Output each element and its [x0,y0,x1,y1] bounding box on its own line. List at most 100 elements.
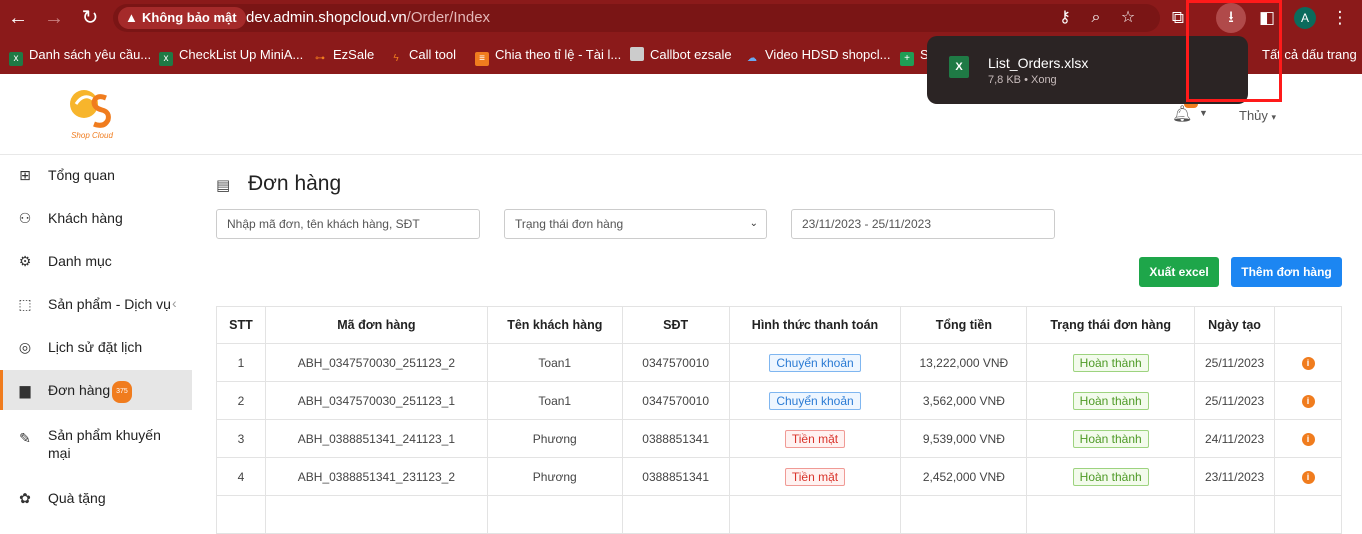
cell-phone: 0388851341 [621,457,730,496]
orders-table: STT Mã đơn hàng Tên khách hàng SĐT Hình … [216,306,1342,534]
bookmark-item[interactable]: ⊶ EzSale [313,36,374,74]
bookmark-item[interactable]: ☁ Video HDSD shopcl... [745,36,891,74]
sidebar-item-products[interactable]: ⬚ Sản phẩm - Dịch vụ ‹ [0,284,192,324]
excel-icon: x [9,52,23,66]
sidebar: ⊞ Tổng quan ⚇ Khách hàng ⚙ Danh mục ⬚ Sản ph… [0,155,192,506]
export-excel-button[interactable]: Xuất excel [1139,257,1219,287]
cell-action: i [1274,457,1342,496]
status-select[interactable]: Trạng thái đơn hàng ⌄ [504,209,767,239]
cell-stt: 4 [216,457,266,496]
cell-customer: Phương [486,419,623,458]
bookmark-item[interactable]: x CheckList Up MiniA... [159,36,303,74]
cell-order-code: ABH_0347570030_251123_1 [264,381,488,420]
reload-icon[interactable]: ↻ [72,0,108,36]
caret-down-icon[interactable]: ▼ [1199,108,1208,118]
sidebar-item-categories[interactable]: ⚙ Danh mục [0,241,192,281]
table-row[interactable]: 1 ABH_0347570030_251123_2 Toan1 03475700… [216,343,1342,382]
status-tag: Hoàn thành [1072,391,1149,410]
column-header: Trạng thái đơn hàng [1026,306,1196,344]
bookmark-item[interactable]: ϟ Call tool [389,36,456,74]
cell-payment: Chuyển khoản [728,381,902,420]
bookmark-item[interactable]: Callbot ezsale [630,36,732,74]
cell-payment: Tiền mặt [728,419,902,458]
cell-date: 25/11/2023 [1194,381,1276,420]
warning-icon: ▲ [125,10,138,25]
history-icon: ◎ [18,339,32,355]
back-arrow-icon[interactable]: ← [0,0,36,36]
address-bar[interactable]: ▲ Không bảo mật dev.admin.shopcloud.vn/Or… [113,4,1160,32]
call-tool-icon: ϟ [393,53,399,64]
doc-icon: ≡ [475,52,489,66]
forward-arrow-icon[interactable]: → [36,0,72,36]
info-icon[interactable]: i [1301,395,1315,408]
table-row[interactable]: 2 ABH_0347570030_251123_1 Toan1 03475700… [216,381,1342,420]
url-text[interactable]: dev.admin.shopcloud.vn/Order/Index [246,4,490,32]
sidebar-item-overview[interactable]: ⊞ Tổng quan [0,155,192,195]
date-range-input[interactable]: 23/11/2023 - 25/11/2023 [791,209,1055,239]
menu-icon[interactable]: ⋮ [1323,0,1357,36]
table-row[interactable] [216,495,1342,534]
table-row[interactable]: 4 ABH_0388851341_231123_2 Phương 0388851… [216,457,1342,496]
order-icon: ▤ [216,177,231,194]
active-indicator [0,370,3,410]
download-file-name[interactable]: List_Orders.xlsx [988,55,1088,71]
grid-icon: ⊞ [19,167,31,183]
payment-tag: Tiền mặt [784,429,846,448]
sidebar-item-booking-history[interactable]: ◎ Lịch sử đặt lịch [0,327,192,367]
cell-order-code: ABH_0347570030_251123_2 [264,343,488,382]
key-icon[interactable]: ⚷ [1051,4,1079,32]
cell-total: 9,539,000 VNĐ [900,419,1028,458]
column-header: Hình thức thanh toán [728,306,902,344]
zoom-icon[interactable]: ⌕ [1082,4,1110,32]
cell-action: i [1274,419,1342,458]
gift-icon: ✿ [19,490,31,506]
bookmark-item[interactable]: x Danh sách yêu cầu... [9,36,151,74]
info-icon[interactable]: i [1301,471,1315,484]
sidebar-item-promotions[interactable]: ✎ Sản phẩm khuyến mại [0,418,192,468]
sidebar-item-gifts[interactable]: ✿ Quà tặng [0,478,192,518]
profile-avatar[interactable]: A [1294,7,1316,29]
download-file-meta: 7,8 KB • Xong [988,74,1057,86]
column-header: Mã đơn hàng [264,306,488,344]
payment-tag: Chuyển khoản [769,391,861,410]
shopcloud-logo: Shop Cloud [70,90,113,140]
cell-customer: Toan1 [486,343,623,382]
ezsale-icon: ⊶ [315,53,325,64]
cell-date: 25/11/2023 [1194,343,1276,382]
status-tag: Hoàn thành [1072,467,1149,486]
bookmark-item[interactable]: + S [900,36,929,74]
user-menu[interactable]: Thủy ▾ [1239,108,1276,123]
table-row[interactable]: 3 ABH_0388851341_241123_1 Phương 0388851… [216,419,1342,458]
cell-stt: 1 [216,343,266,382]
users-icon: ⚇ [18,210,32,226]
cell-action: i [1274,343,1342,382]
add-order-button[interactable]: Thêm đơn hàng [1231,257,1342,287]
payment-tag: Chuyển khoản [769,353,861,372]
browser-toolbar: ← → ↻ ▲ Không bảo mật dev.admin.shopcloud… [0,0,1362,36]
cell-total: 2,452,000 VNĐ [900,457,1028,496]
star-icon[interactable]: ☆ [1114,4,1142,32]
cell-date: 24/11/2023 [1194,419,1276,458]
search-input[interactable]: Nhập mã đơn, tên khách hàng, SĐT [216,209,480,239]
box-icon: ⬚ [18,296,32,312]
cell-status: Hoàn thành [1026,343,1196,382]
info-icon[interactable]: i [1301,357,1315,370]
security-chip[interactable]: ▲ Không bảo mật [118,7,246,29]
cell-payment: Tiền mặt [728,457,902,496]
table-header-row: STT Mã đơn hàng Tên khách hàng SĐT Hình … [216,306,1342,344]
excel-icon: x [159,52,173,66]
column-header: STT [216,306,266,344]
payment-tag: Tiền mặt [784,467,846,486]
page-icon [630,47,644,61]
column-header [1274,306,1342,344]
sidebar-item-customers[interactable]: ⚇ Khách hàng [0,198,192,238]
cloud-icon: ☁ [747,53,757,64]
sidebar-item-orders[interactable]: ▆ Đơn hàng 375 [0,370,192,410]
cell-phone: 0347570010 [621,381,730,420]
cell-phone: 0388851341 [621,419,730,458]
cell-status: Hoàn thành [1026,381,1196,420]
column-header: Tên khách hàng [486,306,623,344]
info-icon[interactable]: i [1301,433,1315,446]
bookmark-item[interactable]: ≡ Chia theo tỉ lệ - Tài l... [475,36,621,74]
column-header: Ngày tạo [1194,306,1276,344]
